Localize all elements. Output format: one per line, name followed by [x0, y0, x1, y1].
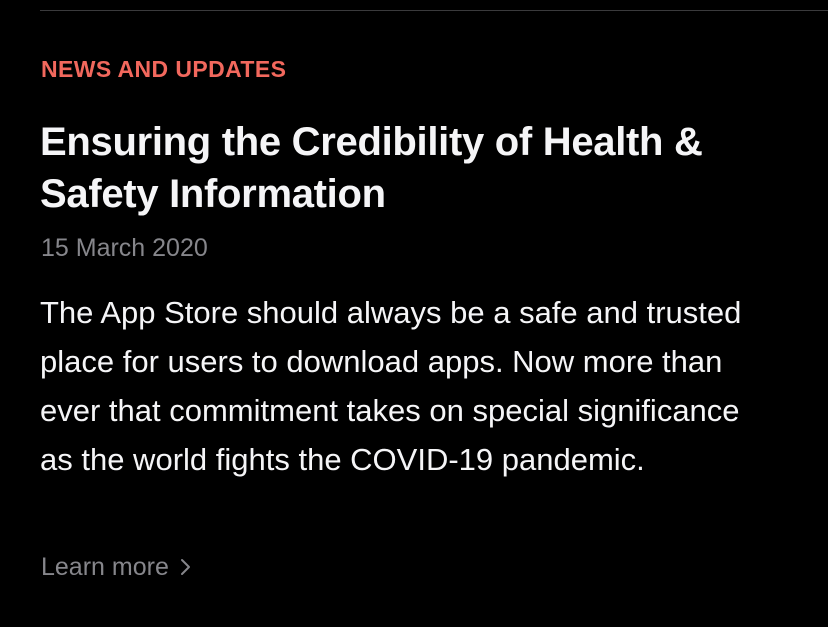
article-date: 15 March 2020	[41, 234, 208, 262]
learn-more-label: Learn more	[41, 553, 169, 581]
article-summary: The App Store should always be a safe an…	[40, 295, 742, 477]
top-divider	[40, 10, 828, 11]
category-label: NEWS AND UPDATES	[41, 56, 287, 82]
article-title: Ensuring the Credibility of Health & Saf…	[40, 120, 703, 216]
chevron-right-icon	[179, 557, 193, 577]
learn-more-link[interactable]: Learn more	[41, 551, 193, 583]
